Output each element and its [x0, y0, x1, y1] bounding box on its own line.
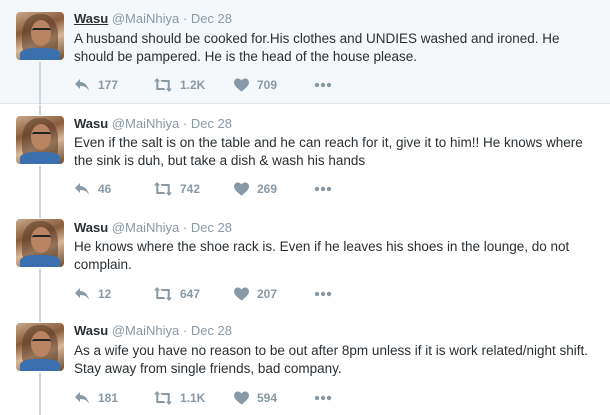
author-handle[interactable]: @MaiNhiya — [112, 11, 179, 26]
tweet-header: Wasu @MaiNhiya · Dec 28 — [74, 323, 232, 339]
tweet-actions: 181 1.1K 594 — [74, 390, 344, 406]
tweet-actions: 12 647 207 — [74, 286, 344, 302]
more-button[interactable] — [314, 82, 344, 88]
author-name[interactable]: Wasu — [74, 116, 108, 131]
tweet-actions: 46 742 269 — [74, 181, 344, 197]
tweet-header: Wasu @MaiNhiya · Dec 28 — [74, 11, 232, 27]
more-icon — [314, 82, 332, 88]
heart-icon — [234, 391, 249, 405]
tweet-text: Even if the salt is on the table and he … — [74, 135, 583, 168]
thread-line — [39, 62, 41, 104]
like-count: 269 — [257, 182, 278, 196]
tweet-date[interactable]: Dec 28 — [191, 220, 232, 235]
more-button[interactable] — [314, 395, 344, 401]
like-button[interactable]: 269 — [234, 182, 314, 196]
author-name[interactable]: Wasu — [74, 220, 108, 235]
retweet-icon — [154, 391, 172, 405]
reply-button[interactable]: 12 — [74, 287, 154, 301]
tweet-date[interactable]: Dec 28 — [191, 323, 232, 338]
more-icon — [314, 186, 332, 192]
reply-icon — [74, 182, 90, 196]
retweet-icon — [154, 182, 172, 196]
thread-line — [39, 269, 41, 311]
avatar[interactable] — [16, 12, 64, 60]
tweet-date[interactable]: Dec 28 — [191, 116, 232, 131]
reply-icon — [74, 287, 90, 301]
reply-icon — [74, 391, 90, 405]
separator: · — [182, 220, 188, 235]
reply-count: 46 — [98, 182, 112, 196]
retweet-button[interactable]: 742 — [154, 182, 234, 196]
like-button[interactable]: 709 — [234, 78, 314, 92]
tweet-header: Wasu @MaiNhiya · Dec 28 — [74, 220, 232, 236]
author-handle[interactable]: @MaiNhiya — [112, 116, 179, 131]
thread-line — [39, 105, 41, 115]
retweet-count: 1.1K — [180, 391, 206, 405]
retweet-icon — [154, 287, 172, 301]
author-handle[interactable]: @MaiNhiya — [112, 323, 179, 338]
tweet-text: He knows where the shoe rack is. Even if… — [74, 239, 570, 272]
author-name[interactable]: Wasu — [74, 323, 108, 338]
like-count: 709 — [257, 78, 278, 92]
author-name[interactable]: Wasu — [74, 11, 108, 26]
reply-button[interactable]: 46 — [74, 182, 154, 196]
more-button[interactable] — [314, 186, 344, 192]
reply-button[interactable]: 177 — [74, 78, 154, 92]
retweet-button[interactable]: 647 — [154, 287, 234, 301]
retweet-button[interactable]: 1.2K — [154, 78, 234, 92]
separator: · — [182, 11, 188, 26]
like-button[interactable]: 207 — [234, 287, 314, 301]
more-icon — [314, 291, 332, 297]
tweet[interactable]: Wasu @MaiNhiya · Dec 28 He knows where t… — [0, 208, 610, 311]
reply-count: 181 — [98, 391, 119, 405]
retweet-icon — [154, 78, 172, 92]
like-count: 207 — [257, 287, 278, 301]
avatar[interactable] — [16, 116, 64, 164]
tweet[interactable]: Wasu @MaiNhiya · Dec 28 Even if the salt… — [0, 105, 610, 208]
heart-icon — [234, 78, 249, 92]
retweet-count: 647 — [180, 287, 201, 301]
like-count: 594 — [257, 391, 278, 405]
reply-icon — [74, 78, 90, 92]
author-handle[interactable]: @MaiNhiya — [112, 220, 179, 235]
retweet-button[interactable]: 1.1K — [154, 391, 234, 405]
separator: · — [182, 323, 188, 338]
retweet-count: 742 — [180, 182, 201, 196]
reply-count: 12 — [98, 287, 112, 301]
tweet-header: Wasu @MaiNhiya · Dec 28 — [74, 116, 232, 132]
thread-line — [39, 166, 41, 208]
tweet-date[interactable]: Dec 28 — [191, 11, 232, 26]
more-button[interactable] — [314, 291, 344, 297]
separator: · — [182, 116, 188, 131]
reply-button[interactable]: 181 — [74, 391, 154, 405]
reply-count: 177 — [98, 78, 119, 92]
thread-line — [39, 311, 41, 322]
tweet[interactable]: Wasu @MaiNhiya · Dec 28 A husband should… — [0, 0, 610, 104]
tweet-text: As a wife you have no reason to be out a… — [74, 343, 589, 376]
avatar[interactable] — [16, 323, 64, 371]
heart-icon — [234, 182, 249, 196]
heart-icon — [234, 287, 249, 301]
thread-line — [39, 373, 41, 415]
thread-line — [39, 208, 41, 218]
more-icon — [314, 395, 332, 401]
tweet-text: A husband should be cooked for.His cloth… — [74, 31, 560, 64]
tweet-actions: 177 1.2K 709 — [74, 77, 344, 93]
avatar[interactable] — [16, 219, 64, 267]
retweet-count: 1.2K — [180, 78, 206, 92]
tweet[interactable]: Wasu @MaiNhiya · Dec 28 As a wife you ha… — [0, 311, 610, 415]
like-button[interactable]: 594 — [234, 391, 314, 405]
